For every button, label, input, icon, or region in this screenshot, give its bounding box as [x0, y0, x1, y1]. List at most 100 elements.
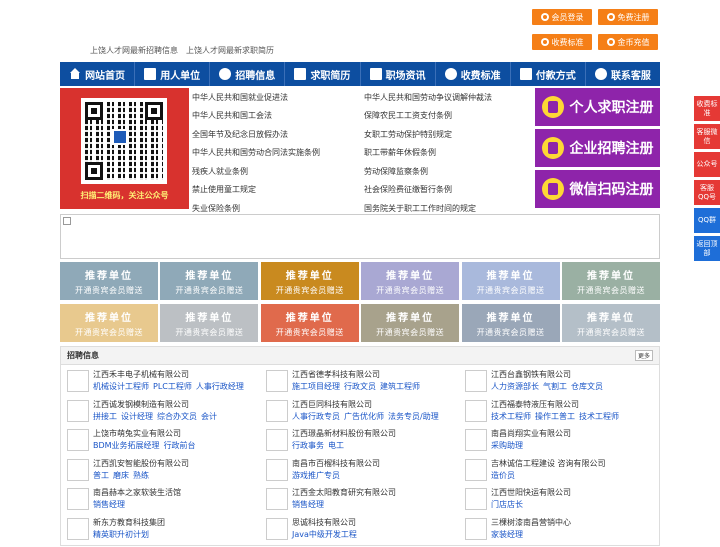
- company-logo[interactable]: [465, 458, 487, 481]
- law-link[interactable]: 女职工劳动保护特别规定: [364, 125, 532, 144]
- job-position-link[interactable]: 行政文员: [344, 381, 376, 392]
- recommended-company-tile[interactable]: 推荐单位 开通贵宾会员赠送: [561, 304, 660, 342]
- job-position-link[interactable]: 游戏推广专员: [292, 470, 340, 481]
- company-logo[interactable]: [67, 399, 89, 422]
- company-name-link[interactable]: 南昌赫本之家软装生活馆: [93, 487, 181, 498]
- job-position-link[interactable]: PLC工程师: [153, 381, 192, 392]
- company-logo[interactable]: [266, 399, 288, 422]
- company-name-link[interactable]: 江西世阳快运有限公司: [491, 487, 571, 498]
- nav-payment[interactable]: 付款方式: [511, 62, 586, 86]
- company-logo[interactable]: [465, 488, 487, 511]
- job-position-link[interactable]: 熟练: [133, 470, 149, 481]
- job-position-link[interactable]: 技术工程师: [491, 411, 531, 422]
- company-name-link[interactable]: 江西巨同科技有限公司: [292, 399, 439, 410]
- company-logo[interactable]: [266, 458, 288, 481]
- job-position-link[interactable]: 精英职升初计划: [93, 529, 149, 540]
- latest-jobs-link[interactable]: 上饶人才网最新招聘信息: [90, 45, 178, 56]
- law-link[interactable]: 劳动保障监察条例: [364, 162, 532, 181]
- side-pricing[interactable]: 收费标准: [694, 96, 720, 121]
- company-logo[interactable]: [67, 429, 89, 452]
- jobs-more-link[interactable]: 更多: [634, 350, 653, 361]
- company-name-link[interactable]: 南昌市百榴科技有限公司: [292, 458, 380, 469]
- job-position-link[interactable]: Java中级开发工程: [292, 529, 357, 540]
- law-link[interactable]: 中华人民共和国劳动争议调解仲裁法: [364, 88, 532, 107]
- recommended-company-tile[interactable]: 推荐单位 开通贵宾会员赠送: [260, 304, 359, 342]
- recommended-company-tile[interactable]: 推荐单位 开通贵宾会员赠送: [361, 304, 460, 342]
- company-name-link[interactable]: 江西金太阳教育研究有限公司: [292, 487, 396, 498]
- member-login-button[interactable]: 会员登录: [532, 9, 592, 25]
- company-register-button[interactable]: 企业招聘注册: [535, 129, 660, 167]
- nav-resumes[interactable]: 求职简历: [285, 62, 361, 86]
- personal-register-button[interactable]: 个人求职注册: [535, 88, 660, 126]
- company-logo[interactable]: [67, 517, 89, 540]
- company-name-link[interactable]: 吉林诚信工程建设 咨询有限公司: [491, 458, 606, 469]
- side-qq[interactable]: 客服QQ号: [694, 180, 720, 205]
- company-name-link[interactable]: 江西诚发钢模制造有限公司: [93, 399, 217, 410]
- recommended-company-tile[interactable]: 推荐单位 开通贵宾会员赠送: [361, 262, 460, 300]
- company-logo[interactable]: [67, 370, 89, 392]
- job-position-link[interactable]: 造价员: [491, 470, 515, 481]
- company-logo[interactable]: [465, 429, 487, 452]
- job-position-link[interactable]: 法务专员/助理: [388, 411, 439, 422]
- company-name-link[interactable]: 江西禾丰电子机械有限公司: [93, 369, 244, 380]
- job-position-link[interactable]: 气割工: [543, 381, 567, 392]
- nav-employers[interactable]: 用人单位: [135, 62, 211, 86]
- side-back-to-top[interactable]: 返回顶部: [694, 236, 720, 261]
- job-position-link[interactable]: 电工: [328, 440, 344, 451]
- nav-home[interactable]: 网站首页: [60, 62, 136, 86]
- company-logo[interactable]: [465, 399, 487, 422]
- recommended-company-tile[interactable]: 推荐单位 开通贵宾会员赠送: [160, 262, 259, 300]
- wechat-register-button[interactable]: 微信扫码注册: [535, 170, 660, 208]
- job-position-link[interactable]: 销售经理: [93, 499, 125, 510]
- law-link[interactable]: 职工带薪年休假条例: [364, 144, 532, 163]
- job-position-link[interactable]: 人事行政经理: [196, 381, 244, 392]
- law-link[interactable]: 中华人民共和国工会法: [192, 107, 364, 126]
- job-position-link[interactable]: 仓库文员: [571, 381, 603, 392]
- job-position-link[interactable]: 行政前台: [164, 440, 196, 451]
- company-logo[interactable]: [266, 370, 288, 392]
- job-position-link[interactable]: 拼接工: [93, 411, 117, 422]
- company-logo[interactable]: [266, 517, 288, 540]
- recommended-company-tile[interactable]: 推荐单位 开通贵宾会员赠送: [461, 262, 560, 300]
- law-link[interactable]: 禁止使用童工规定: [192, 181, 364, 200]
- job-position-link[interactable]: 门店店长: [491, 499, 523, 510]
- job-position-link[interactable]: 操作工普工: [535, 411, 575, 422]
- law-link[interactable]: 社会保险费征缴暂行条例: [364, 181, 532, 200]
- law-link[interactable]: 全国年节及纪念日放假办法: [192, 125, 364, 144]
- banner-image[interactable]: [60, 214, 660, 259]
- nav-contact[interactable]: 联系客服: [586, 62, 660, 86]
- job-position-link[interactable]: 人事行政专员: [292, 411, 340, 422]
- law-link[interactable]: 中华人民共和国就业促进法: [192, 88, 364, 107]
- side-qq-group[interactable]: QQ群: [694, 208, 720, 233]
- pricing-button[interactable]: 收费标准: [532, 34, 592, 50]
- recommended-company-tile[interactable]: 推荐单位 开通贵宾会员赠送: [60, 304, 158, 342]
- company-logo[interactable]: [266, 429, 288, 452]
- job-position-link[interactable]: 人力资源部长: [491, 381, 539, 392]
- free-register-button[interactable]: 免费注册: [598, 9, 658, 25]
- recommended-company-tile[interactable]: 推荐单位 开通贵宾会员赠送: [561, 262, 660, 300]
- recommended-company-tile[interactable]: 推荐单位 开通贵宾会员赠送: [60, 262, 158, 300]
- company-logo[interactable]: [465, 370, 487, 392]
- nav-pricing[interactable]: 收费标准: [436, 62, 511, 86]
- company-name-link[interactable]: 思诚科技有限公司: [292, 517, 357, 528]
- recommended-company-tile[interactable]: 推荐单位 开通贵宾会员赠送: [160, 304, 259, 342]
- recommended-company-tile[interactable]: 推荐单位 开通贵宾会员赠送: [461, 304, 560, 342]
- job-position-link[interactable]: 广告优化师: [344, 411, 384, 422]
- company-name-link[interactable]: 江西璟晶新材料股份有限公司: [292, 428, 396, 439]
- nav-jobs[interactable]: 招聘信息: [210, 62, 286, 86]
- company-logo[interactable]: [465, 517, 487, 540]
- company-name-link[interactable]: 江西福泰特液压有限公司: [491, 399, 619, 410]
- job-position-link[interactable]: 施工项目经理: [292, 381, 340, 392]
- law-link[interactable]: 保障农民工工资支付条例: [364, 107, 532, 126]
- law-link[interactable]: 残疾人就业条例: [192, 162, 364, 181]
- nav-news[interactable]: 职场资讯: [361, 62, 436, 86]
- job-position-link[interactable]: 综合办文员: [157, 411, 197, 422]
- company-name-link[interactable]: 三棵树漆南昌营销中心: [491, 517, 571, 528]
- company-name-link[interactable]: 上饶市萌兔实业有限公司: [93, 428, 196, 439]
- job-position-link[interactable]: 普工: [93, 470, 109, 481]
- recommended-company-tile[interactable]: 推荐单位 开通贵宾会员赠送: [260, 262, 359, 300]
- company-name-link[interactable]: 新东方教育科技集团: [93, 517, 165, 528]
- job-position-link[interactable]: 会计: [201, 411, 217, 422]
- side-wechat[interactable]: 客服微信: [694, 124, 720, 149]
- job-position-link[interactable]: BDM业务拓展经理: [93, 440, 160, 451]
